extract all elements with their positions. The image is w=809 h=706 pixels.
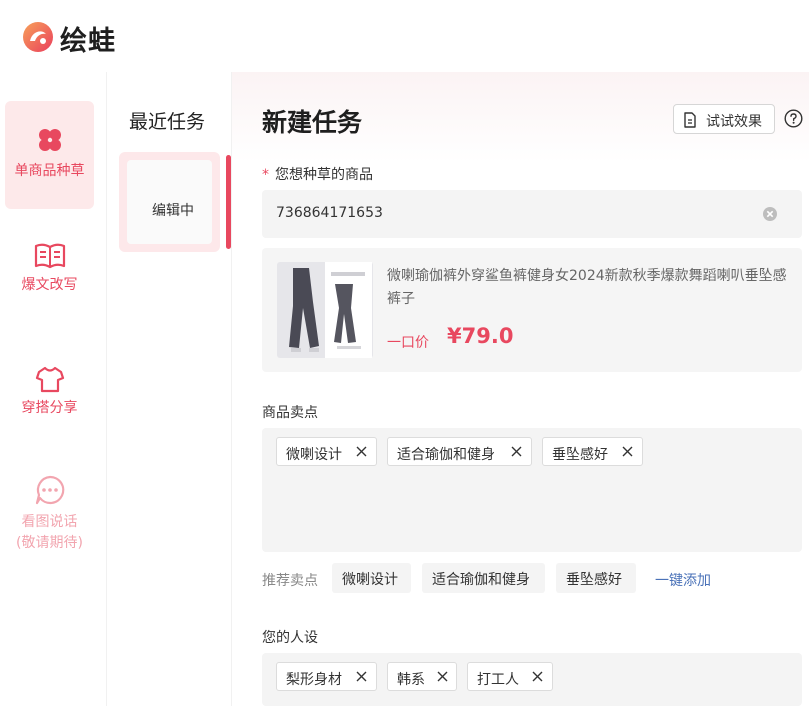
- product-field-label: * 您想种草的商品: [262, 164, 373, 184]
- chip-label: 微喇设计: [342, 572, 398, 588]
- persona-box[interactable]: 梨形身材 韩系 打工人: [262, 653, 802, 706]
- recent-task-card[interactable]: 编辑中: [119, 152, 220, 252]
- sidebar-item-rewrite[interactable]: 爆文改写: [5, 242, 94, 296]
- help-icon[interactable]: [784, 109, 803, 128]
- header: 绘蛙: [0, 0, 809, 72]
- main-panel: 新建任务 试试效果 * 您想种草的商品 736864171653 微喇瑜伽裤外穿…: [232, 72, 809, 706]
- price-label: 一口价: [387, 335, 429, 351]
- persona-tag[interactable]: 打工人: [467, 662, 553, 691]
- product-title: 微喇瑜伽裤外穿鲨鱼裤健身女2024新款秋季爆款舞蹈喇叭垂坠感裤子: [387, 268, 787, 307]
- add-all-link[interactable]: 一键添加: [655, 570, 711, 590]
- tag-label: 梨形身材: [286, 672, 342, 688]
- selling-point-tag[interactable]: 垂坠感好: [542, 437, 643, 466]
- recommended-label: 推荐卖点: [262, 573, 318, 589]
- chip-label: 适合瑜伽和健身: [432, 572, 530, 588]
- recommended-chip[interactable]: 适合瑜伽和健身: [422, 563, 545, 593]
- close-icon[interactable]: [355, 670, 368, 683]
- close-icon[interactable]: [355, 445, 368, 458]
- tag-label: 垂坠感好: [552, 447, 608, 463]
- try-effect-button[interactable]: 试试效果: [673, 104, 775, 134]
- tag-label: 韩系: [397, 672, 425, 688]
- chat-bubble-icon: [35, 475, 64, 505]
- sidebar-item-image-talk: 看图说话 (敬请期待): [5, 474, 94, 554]
- recent-tasks-title: 最近任务: [129, 111, 206, 133]
- selling-point-tag[interactable]: 适合瑜伽和健身: [387, 437, 532, 466]
- close-icon[interactable]: [621, 445, 634, 458]
- persona-tag[interactable]: 韩系: [387, 662, 457, 691]
- recommended-chip[interactable]: 微喇设计: [332, 563, 411, 593]
- product-thumbnail: [277, 262, 373, 358]
- selling-points-label: 商品卖点: [262, 405, 318, 421]
- recent-tasks-panel: 最近任务 编辑中: [106, 72, 232, 706]
- tag-label: 微喇设计: [286, 447, 342, 463]
- required-mark: *: [262, 167, 269, 183]
- recent-task-card-body: 编辑中: [127, 160, 212, 244]
- selling-point-tag[interactable]: 微喇设计: [276, 437, 377, 466]
- brand-name: 绘蛙: [60, 26, 116, 57]
- close-icon[interactable]: [531, 670, 544, 683]
- close-icon[interactable]: [436, 670, 449, 683]
- tag-label: 适合瑜伽和健身: [397, 447, 495, 463]
- product-card: 微喇瑜伽裤外穿鲨鱼裤健身女2024新款秋季爆款舞蹈喇叭垂坠感裤子 一口价 ¥79…: [262, 248, 802, 372]
- selling-points-box[interactable]: 微喇设计 适合瑜伽和健身 垂坠感好: [262, 428, 802, 552]
- recent-task-status: 编辑中: [152, 203, 194, 219]
- sidebar-item-label: 看图说话: [21, 514, 78, 530]
- persona-label: 您的人设: [262, 630, 318, 646]
- sidebar-item-sublabel: (敬请期待): [16, 535, 83, 551]
- product-field-label-text: 您想种草的商品: [275, 167, 373, 183]
- sidebar-item-label: 爆文改写: [21, 277, 78, 293]
- sidebar-item-label: 穿搭分享: [21, 400, 78, 416]
- clear-icon[interactable]: [762, 206, 778, 222]
- close-icon[interactable]: [510, 445, 523, 458]
- document-icon: [684, 112, 696, 128]
- shirt-icon: [35, 366, 64, 393]
- page-title: 新建任务: [262, 108, 363, 137]
- book-icon: [34, 243, 65, 269]
- sidebar-nav: 单商品种草 爆文改写 穿搭分享 看图说话 (敬请期待): [0, 72, 106, 706]
- product-id-value: 736864171653: [276, 205, 383, 221]
- tag-label: 打工人: [477, 672, 519, 688]
- recommended-chip[interactable]: 垂坠感好: [556, 563, 636, 593]
- clover-icon: [38, 129, 61, 151]
- price-value: ¥79.0: [447, 324, 514, 348]
- try-effect-label: 试试效果: [706, 114, 762, 130]
- logo-icon: [23, 22, 53, 52]
- app-root: 绘蛙 单商品种草 爆文改写 穿搭分享 看图说话 (敬请期待) 最近任务 编辑中 …: [0, 0, 809, 706]
- sidebar-item-label: 单商品种草: [14, 163, 85, 179]
- sidebar-item-outfit[interactable]: 穿搭分享: [5, 365, 94, 419]
- chip-label: 垂坠感好: [566, 572, 622, 588]
- persona-tag[interactable]: 梨形身材: [276, 662, 377, 691]
- active-task-marker: [226, 155, 231, 249]
- product-id-input[interactable]: 736864171653: [262, 190, 802, 238]
- sidebar-item-single-product[interactable]: 单商品种草: [5, 101, 94, 209]
